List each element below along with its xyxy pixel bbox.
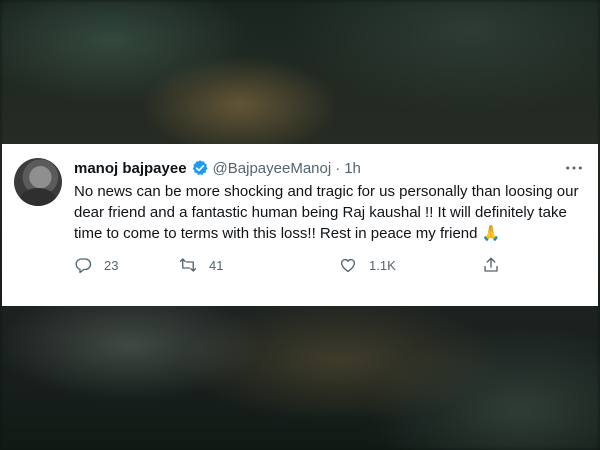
more-options-icon[interactable] bbox=[564, 160, 584, 176]
like-button[interactable]: 1.1K bbox=[339, 254, 396, 276]
separator-dot: · bbox=[335, 159, 341, 177]
avatar[interactable] bbox=[14, 158, 62, 206]
reply-count: 23 bbox=[104, 257, 119, 273]
reply-button[interactable]: 23 bbox=[74, 254, 118, 276]
tweet-card[interactable]: manoj bajpayee @BajpayeeManoj · 1h No ne… bbox=[2, 144, 598, 306]
retweet-button[interactable]: 41 bbox=[179, 254, 223, 276]
retweet-icon bbox=[179, 258, 197, 272]
like-count: 1.1K bbox=[369, 257, 396, 273]
display-name[interactable]: manoj bajpayee bbox=[74, 160, 187, 177]
retweet-count: 41 bbox=[209, 257, 224, 273]
tweet-body: No news can be more shocking and tragic … bbox=[74, 183, 579, 242]
user-handle[interactable]: @BajpayeeManoj bbox=[213, 160, 332, 177]
folded-hands-emoji: 🙏 bbox=[481, 225, 501, 242]
reply-icon bbox=[75, 258, 92, 274]
avatar-silhouette bbox=[20, 188, 56, 206]
share-button[interactable] bbox=[482, 254, 512, 276]
verified-badge-icon bbox=[191, 159, 209, 177]
heart-icon bbox=[340, 258, 356, 273]
tweet-header: manoj bajpayee @BajpayeeManoj · 1h bbox=[74, 158, 361, 178]
timestamp[interactable]: 1h bbox=[344, 160, 361, 177]
tweet-actions: 23 41 1.1K bbox=[74, 254, 514, 276]
tweet-text: No news can be more shocking and tragic … bbox=[74, 181, 584, 244]
share-icon bbox=[484, 257, 498, 272]
